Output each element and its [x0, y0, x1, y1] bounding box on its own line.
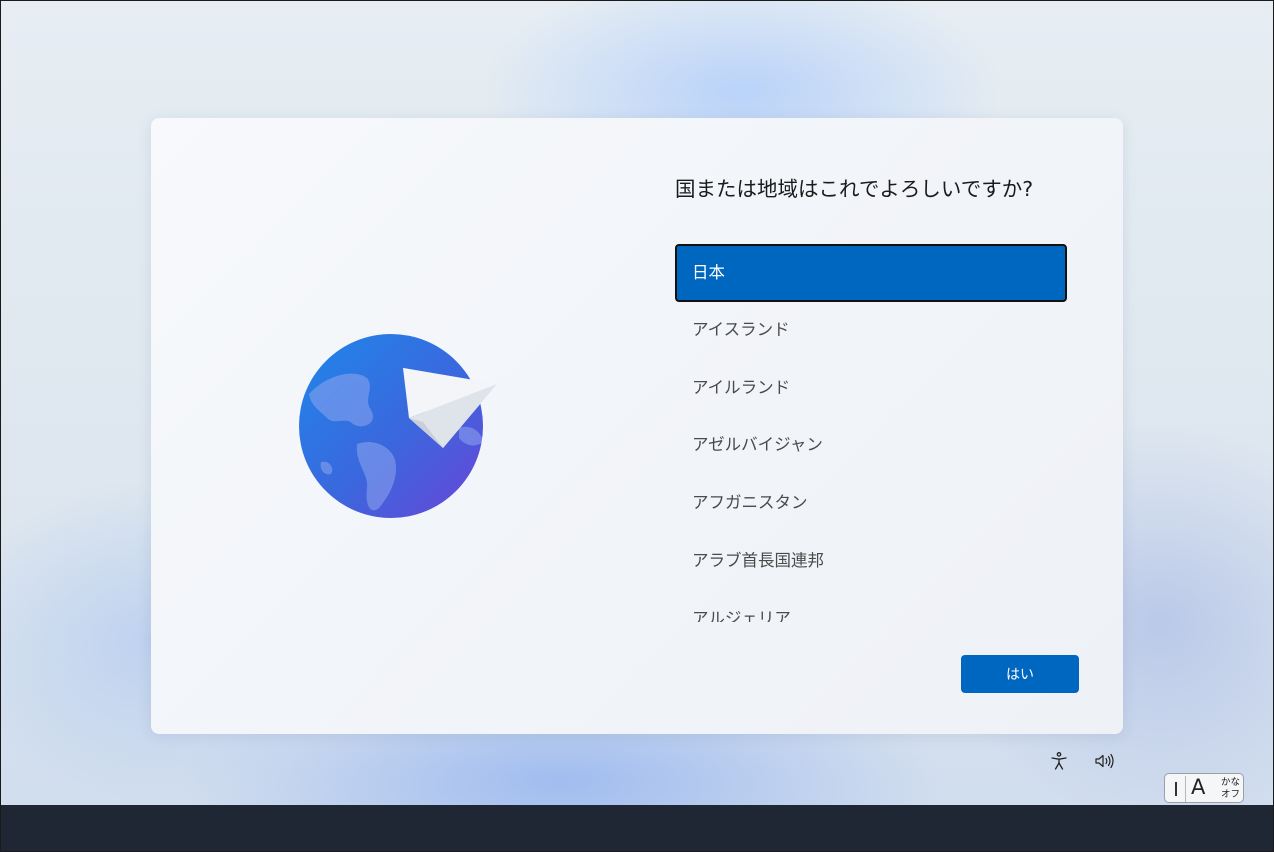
accessibility-icon[interactable] — [1049, 751, 1069, 771]
ime-mode-letter: A — [1191, 775, 1206, 799]
ime-caret-icon — [1175, 782, 1177, 796]
ime-divider — [1185, 776, 1186, 802]
region-item-japan[interactable]: 日本 — [675, 244, 1067, 302]
ime-kana-label: かな — [1221, 777, 1241, 788]
region-item-algeria[interactable]: アルジェリア — [675, 591, 1067, 622]
oobe-screen: 国または地域はこれでよろしいですか? 日本 アイスランド アイルランド アゼルバ… — [0, 0, 1274, 852]
region-item-afghanistan[interactable]: アフガニスタン — [675, 475, 1067, 533]
region-item-iceland[interactable]: アイスランド — [675, 302, 1067, 360]
region-dialog: 国または地域はこれでよろしいですか? 日本 アイスランド アイルランド アゼルバ… — [151, 118, 1123, 734]
region-item-uae[interactable]: アラブ首長国連邦 — [675, 533, 1067, 591]
region-list[interactable]: 日本 アイスランド アイルランド アゼルバイジャン アフガニスタン アラブ首長国… — [675, 242, 1067, 622]
ime-off-label: オフ — [1221, 789, 1241, 800]
region-item-azerbaijan[interactable]: アゼルバイジャン — [675, 417, 1067, 475]
ime-indicator[interactable]: A かな オフ — [1164, 773, 1244, 803]
dialog-title: 国または地域はこれでよろしいですか? — [675, 177, 1034, 201]
globe-paper-plane-icon — [299, 334, 497, 518]
globe-illustration — [299, 332, 509, 522]
region-item-ireland[interactable]: アイルランド — [675, 360, 1067, 418]
volume-icon[interactable] — [1093, 751, 1117, 771]
yes-button[interactable]: はい — [961, 655, 1079, 693]
taskbar — [1, 805, 1273, 851]
